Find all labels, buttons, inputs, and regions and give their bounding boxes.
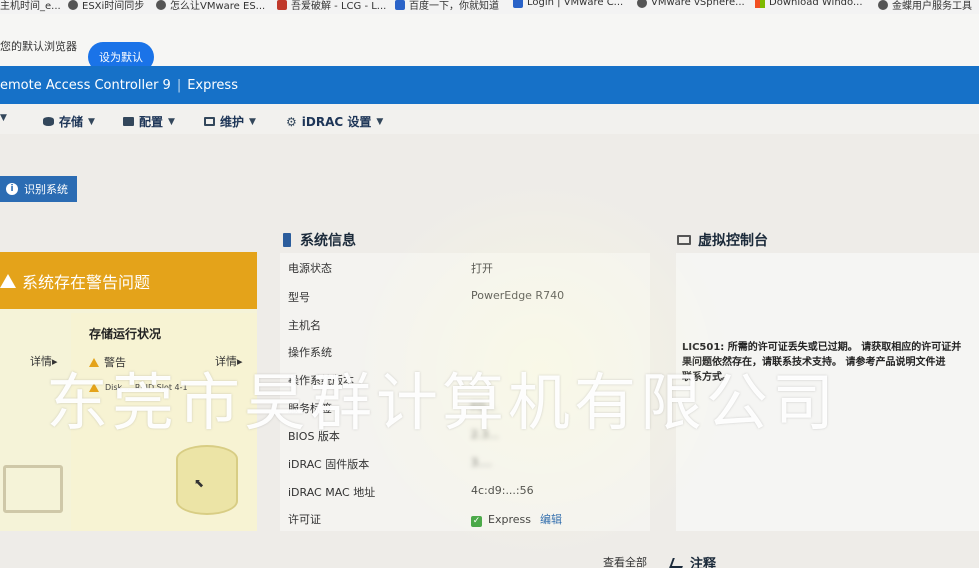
- bookmark-label: 百度一下，你就知道: [409, 1, 499, 12]
- chevron-down-icon: ▼: [0, 113, 7, 123]
- bookmark-0[interactable]: 主机时间_e...: [0, 0, 61, 12]
- globe-icon: [156, 0, 166, 10]
- app-header: emote Access Controller 9 | Express: [0, 66, 979, 104]
- app-edition: Express: [187, 77, 238, 93]
- server-illustration: [3, 465, 63, 513]
- bookmark-label: VMware vSphere...: [651, 0, 745, 8]
- notes-heading: 注释: [669, 553, 717, 568]
- notes-label: 注释: [690, 557, 717, 568]
- red-square-icon: [277, 0, 287, 10]
- idrac-mac-label: iDRAC MAC 地址: [288, 486, 376, 499]
- bookmark-7[interactable]: Download Windo...: [755, 0, 863, 8]
- mouse-cursor-icon: ⬉: [194, 476, 205, 490]
- system-info-title: 系统信息: [283, 230, 356, 250]
- drive-illustration: [176, 445, 238, 515]
- nav-label: iDRAC 设置: [301, 115, 372, 129]
- bookmark-label: 吾爱破解 - LCG - L...: [291, 1, 387, 12]
- license-value-row: ✓ Express 编辑: [471, 511, 562, 527]
- bookmark-label: 怎么让VMware ES...: [170, 1, 266, 12]
- console-icon: [677, 235, 691, 245]
- chevron-down-icon: ▼: [88, 116, 95, 127]
- system-info-heading: 系统信息: [300, 233, 356, 249]
- default-browser-message: 您的默认浏览器: [0, 40, 77, 53]
- bookmark-3[interactable]: 吾爱破解 - LCG - L...: [277, 0, 386, 12]
- warning-banner-text: 系统存在警告问题: [22, 272, 151, 292]
- bookmark-6[interactable]: VMware vSphere...: [637, 0, 745, 8]
- bird-icon: [878, 0, 888, 10]
- bookmark-5[interactable]: Login | VMware C...: [513, 0, 623, 8]
- virtual-console-title: 虚拟控制台: [677, 230, 768, 250]
- nav-item-maintenance[interactable]: 维护 ▼: [204, 113, 256, 130]
- power-state-value: 打开: [471, 262, 493, 275]
- app-title: emote Access Controller 9: [0, 77, 171, 93]
- bookmark-1[interactable]: ESXi时间同步: [68, 0, 144, 12]
- storage-health-title: 存储运行状况: [89, 327, 162, 341]
- idrac-mac-value: 4c:d9:...:56: [471, 484, 534, 497]
- baidu-paw-icon: [395, 0, 405, 10]
- warning-icon: [0, 273, 16, 288]
- model-value: PowerEdge R740: [471, 289, 565, 302]
- server-icon: [283, 233, 291, 247]
- view-all-link[interactable]: 查看全部: [603, 554, 647, 568]
- power-state-label: 电源状态: [288, 262, 332, 275]
- check-icon: ✓: [471, 516, 482, 527]
- license-label: 许可证: [288, 513, 321, 526]
- main-nav: ▼ 存储 ▼ 配置 ▼ 维护 ▼ ⚙ iDRAC 设置 ▼: [0, 104, 979, 134]
- info-icon: i: [6, 183, 18, 195]
- gear-icon: ⚙: [286, 114, 297, 129]
- maintenance-icon: [204, 117, 215, 126]
- nav-item-idrac-settings[interactable]: ⚙ iDRAC 设置 ▼: [286, 113, 383, 130]
- bookmark-label: ESXi时间同步: [82, 1, 145, 12]
- warning-banner: 系统存在警告问题: [0, 252, 257, 309]
- bookmark-4[interactable]: 百度一下，你就知道: [395, 0, 499, 12]
- model-label: 型号: [288, 291, 310, 304]
- globe-icon: [68, 0, 78, 10]
- header-divider: |: [176, 77, 182, 93]
- idrac-firmware-value: 3....: [471, 456, 492, 469]
- config-icon: [123, 117, 134, 126]
- bookmark-2[interactable]: 怎么让VMware ES...: [156, 0, 265, 12]
- bookmark-label: 金蝶用户服务工具: [892, 1, 972, 12]
- nav-label: 维护: [220, 115, 245, 129]
- chevron-down-icon: ▼: [168, 116, 175, 127]
- chevron-down-icon: ▼: [249, 116, 256, 127]
- company-watermark: 东莞市昊群计算机有限公司: [46, 366, 839, 439]
- hostname-label: 主机名: [288, 319, 321, 332]
- identify-system-button[interactable]: i 识别系统: [0, 176, 77, 202]
- vmware-icon: [513, 0, 523, 8]
- nav-label: 存储: [59, 115, 84, 129]
- nav-item-configuration[interactable]: 配置 ▼: [123, 113, 175, 130]
- database-icon: [43, 117, 54, 126]
- bookmark-label: Download Windo...: [769, 0, 863, 8]
- windows-icon: [755, 0, 765, 8]
- globe-icon: [637, 0, 647, 8]
- identify-label: 识别系统: [24, 183, 68, 196]
- bookmarks-bar: 主机时间_e... ESXi时间同步 怎么让VMware ES... 吾爱破解 …: [0, 0, 979, 14]
- license-value: Express: [488, 513, 531, 526]
- bookmark-label: Login | VMware C...: [527, 0, 624, 8]
- bookmark-8[interactable]: 金蝶用户服务工具: [878, 0, 972, 12]
- bookmark-label: 主机时间_e...: [0, 1, 61, 12]
- nav-label: 配置: [139, 115, 164, 129]
- edit-note-icon: [669, 557, 686, 568]
- edit-license-link[interactable]: 编辑: [540, 513, 562, 526]
- virtual-console-heading: 虚拟控制台: [698, 233, 768, 249]
- nav-item-storage[interactable]: 存储 ▼: [43, 113, 95, 130]
- nav-item-system[interactable]: ▼: [0, 113, 7, 123]
- chevron-down-icon: ▼: [376, 116, 384, 127]
- idrac-firmware-label: iDRAC 固件版本: [288, 458, 370, 471]
